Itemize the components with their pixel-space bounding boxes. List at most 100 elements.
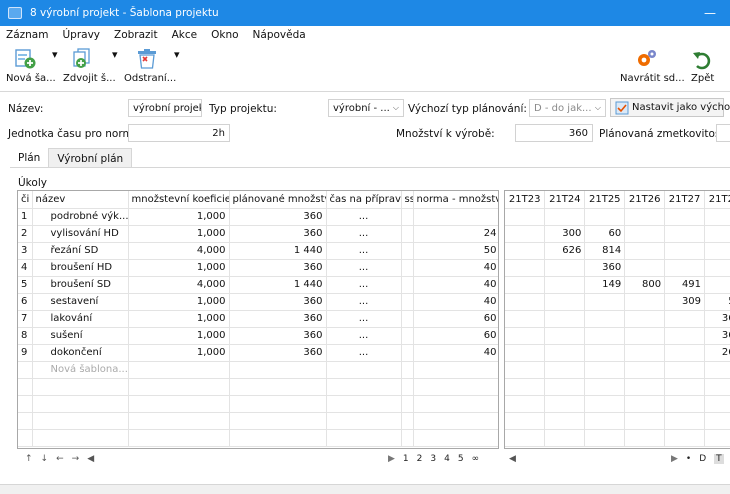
- week-cell[interactable]: [624, 361, 666, 379]
- minimize-button[interactable]: —: [704, 6, 716, 20]
- cell-coef[interactable]: 4,000: [128, 242, 230, 260]
- new-template-row[interactable]: Nová šablona...: [32, 361, 129, 379]
- week-cell[interactable]: [664, 327, 706, 345]
- cell-coef[interactable]: 1,000: [128, 259, 230, 277]
- cell-coef[interactable]: [128, 361, 230, 379]
- cell-prep[interactable]: [326, 361, 402, 379]
- week-cell[interactable]: [704, 259, 730, 277]
- cell-n[interactable]: 2: [18, 225, 33, 243]
- cell-n[interactable]: 1: [18, 208, 33, 226]
- week-cell[interactable]: 149: [584, 276, 626, 294]
- cell-qty[interactable]: 1 440: [229, 242, 327, 260]
- cell-name[interactable]: lakování: [32, 310, 129, 328]
- week-cell[interactable]: [544, 361, 586, 379]
- cell-coef[interactable]: [128, 395, 230, 413]
- cell-n[interactable]: 3: [18, 242, 33, 260]
- cell-name[interactable]: podrobné výk...: [32, 208, 129, 226]
- planned-scrap-field[interactable]: [716, 124, 730, 142]
- nav-up-arrow-icon[interactable]: ↑: [25, 454, 33, 464]
- view-day-button[interactable]: D: [699, 454, 706, 464]
- cell-norm[interactable]: 40: [413, 344, 498, 362]
- cell-name[interactable]: [32, 429, 129, 447]
- cell-ss[interactable]: [401, 242, 414, 260]
- cell-n[interactable]: [18, 429, 33, 447]
- cell-prep[interactable]: ...: [326, 310, 402, 328]
- table-row[interactable]: Nová šablona...: [18, 361, 498, 379]
- week-cell[interactable]: [544, 378, 586, 396]
- menu-zobrazit[interactable]: Zobrazit: [114, 29, 158, 41]
- cell-coef[interactable]: 1,000: [128, 208, 230, 226]
- table-row[interactable]: 4 broušení HD 1,000 360... 40: [18, 259, 498, 277]
- cell-qty[interactable]: 360: [229, 327, 327, 345]
- cell-coef[interactable]: [128, 429, 230, 447]
- cell-qty[interactable]: [229, 378, 327, 396]
- scroll-right-icon[interactable]: ▶: [671, 454, 678, 464]
- duplicate-template-dropdown[interactable]: ▾: [112, 48, 118, 61]
- week-cell[interactable]: [544, 344, 586, 362]
- week-cell[interactable]: [505, 242, 546, 260]
- project-type-select[interactable]: výrobní - ... ⌵: [328, 99, 404, 117]
- week-cell[interactable]: 491: [664, 276, 706, 294]
- week-cell[interactable]: [704, 378, 730, 396]
- new-template-dropdown[interactable]: ▾: [52, 48, 58, 61]
- cell-norm[interactable]: [413, 378, 498, 396]
- cell-norm[interactable]: 40: [413, 293, 498, 311]
- col-header-coefficient[interactable]: množstevní koeficient: [128, 191, 230, 209]
- col-header-norm-qty[interactable]: norma - množství: [413, 191, 498, 209]
- week-cell[interactable]: [505, 310, 546, 328]
- week-cell[interactable]: [664, 344, 706, 362]
- week-cell[interactable]: [624, 327, 666, 345]
- week-cell[interactable]: [544, 293, 586, 311]
- week-cell[interactable]: [664, 225, 706, 243]
- week-cell[interactable]: [664, 378, 706, 396]
- week-cell[interactable]: [584, 412, 626, 430]
- week-cell[interactable]: [544, 276, 586, 294]
- cell-qty[interactable]: 360: [229, 225, 327, 243]
- week-cell[interactable]: 51: [704, 293, 730, 311]
- cell-n[interactable]: [18, 395, 33, 413]
- page-4[interactable]: 4: [444, 454, 450, 464]
- revert-button[interactable]: Navrátit sd...: [620, 48, 685, 84]
- cell-ss[interactable]: [401, 412, 414, 430]
- week-cell[interactable]: [505, 276, 546, 294]
- cell-n[interactable]: [18, 378, 33, 396]
- cell-n[interactable]: 7: [18, 310, 33, 328]
- dot-indicator[interactable]: •: [686, 454, 691, 464]
- cell-name[interactable]: [32, 395, 129, 413]
- table-row[interactable]: 7 lakování 1,000 360... 60: [18, 310, 498, 328]
- week-cell[interactable]: [584, 429, 626, 447]
- scroll-right-icon[interactable]: ▶: [388, 454, 395, 464]
- cell-name[interactable]: řezání SD: [32, 242, 129, 260]
- cell-norm[interactable]: [413, 395, 498, 413]
- week-cell[interactable]: [505, 395, 546, 413]
- cell-n[interactable]: 9: [18, 344, 33, 362]
- week-cell[interactable]: [584, 395, 626, 413]
- week-cell[interactable]: [664, 412, 706, 430]
- cell-prep[interactable]: ...: [326, 208, 402, 226]
- cell-coef[interactable]: [128, 378, 230, 396]
- cell-prep[interactable]: ...: [326, 242, 402, 260]
- cell-qty[interactable]: 360: [229, 344, 327, 362]
- week-cell[interactable]: 626: [544, 242, 586, 260]
- week-cell[interactable]: [624, 412, 666, 430]
- cell-ss[interactable]: [401, 361, 414, 379]
- nav-left-arrow-icon[interactable]: ←: [56, 454, 64, 464]
- week-cell[interactable]: 814: [584, 242, 626, 260]
- page-2[interactable]: 2: [417, 454, 423, 464]
- table-row[interactable]: 8 sušení 1,000 360... 60: [18, 327, 498, 345]
- back-button[interactable]: Zpět: [691, 48, 717, 84]
- cell-norm[interactable]: [413, 412, 498, 430]
- cell-name[interactable]: vylisování HD: [32, 225, 129, 243]
- cell-n[interactable]: [18, 361, 33, 379]
- week-cell[interactable]: [624, 395, 666, 413]
- week-cell[interactable]: [584, 310, 626, 328]
- table-row[interactable]: 3 řezání SD 4,000 1 440... 50: [18, 242, 498, 260]
- week-cell[interactable]: [544, 208, 586, 226]
- week-cell[interactable]: [584, 378, 626, 396]
- table-row[interactable]: [18, 378, 498, 396]
- new-template-button[interactable]: Nová ša...: [6, 48, 56, 84]
- week-header[interactable]: 21T24: [544, 191, 586, 209]
- cell-ss[interactable]: [401, 276, 414, 294]
- table-row[interactable]: [18, 412, 498, 430]
- cell-ss[interactable]: [401, 429, 414, 447]
